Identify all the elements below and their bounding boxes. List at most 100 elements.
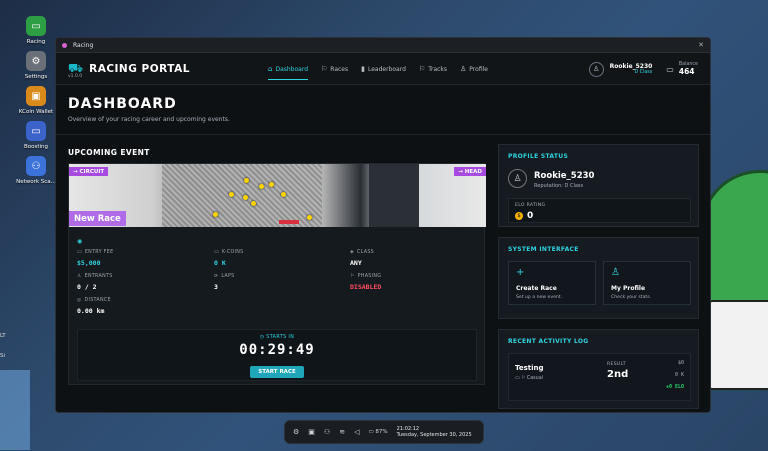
brand[interactable]: ⛟ RACING PORTAL v1.0.0 [68, 61, 190, 80]
app-header: ⛟ RACING PORTAL v1.0.0 ⌂ Dashboard ⚐ Rac… [56, 53, 710, 85]
action-title: Create Race [516, 285, 557, 292]
action-title: My Profile [611, 285, 646, 292]
speaker-icon[interactable]: ◁ [354, 428, 359, 436]
clock-date: Tuesday, September 30, 2025 [396, 432, 472, 438]
elo-label: ELO RATING [515, 203, 546, 208]
track-map[interactable]: → CIRCUIT → HEAD New Race [69, 164, 486, 227]
tab-tracks[interactable]: ⚐ Tracks [419, 53, 447, 85]
desktop-icon-kcoin-wallet[interactable]: ▣ KCoin Wallet [18, 86, 54, 115]
action-subtitle: Set up a new event. [516, 295, 563, 300]
map-pin-icon [307, 215, 312, 220]
stat-value: 0 K [214, 259, 226, 267]
desktop-icon-label: Settings [24, 74, 48, 80]
profile-reputation: Reputation: D Class [534, 183, 584, 189]
racing-window: Racing ✕ ⛟ RACING PORTAL v1.0.0 ⌂ Dashbo… [55, 37, 711, 413]
wifi-off-icon[interactable]: ≋ [339, 428, 345, 436]
map-pin-icon [244, 178, 249, 183]
wallet-icon: ▭ [666, 64, 674, 74]
stat-distance: ◎ DISTANCE 0.00 km [77, 298, 111, 315]
map-pin-icon [243, 195, 248, 200]
stat-k-coins: ▭ K-COINS 0 K [214, 250, 244, 267]
window-title: Racing [73, 41, 94, 49]
balance: Balance 464 [679, 62, 698, 76]
tab-label: Profile [469, 65, 488, 73]
stat-label: CLASS [357, 250, 375, 255]
gear-icon[interactable]: ⚙ [293, 428, 299, 436]
result-place: 2nd [607, 369, 629, 380]
race-type-badge: → CIRCUIT [69, 167, 109, 176]
start-race-button[interactable]: START RACE [250, 366, 304, 378]
race-mode-badge: → HEAD [454, 167, 486, 176]
map-pin-icon [229, 192, 234, 197]
desktop-icon-racing[interactable]: ▭ Racing [18, 16, 54, 45]
create-race-button[interactable]: + Create Race Set up a new event. [508, 261, 596, 305]
profile-status-panel: PROFILE STATUS ♙ Rookie_5230 Reputation:… [498, 144, 699, 227]
panel-title: RECENT ACTIVITY LOG [508, 338, 589, 345]
tab-races[interactable]: ⚐ Races [321, 53, 348, 85]
activity-row[interactable]: Testing ▭ ⚐ Casual RESULT 2nd $0 0 K +0 … [508, 353, 691, 401]
race-name: New Race [69, 211, 126, 226]
page-subtitle: Overview of your racing career and upcom… [68, 116, 230, 123]
countdown-timer: 00:29:49 [239, 342, 315, 358]
tab-label: Races [330, 65, 349, 73]
bar-chart-icon: ▮ [361, 65, 365, 73]
desktop-icon-label: Boosting [23, 144, 49, 150]
action-subtitle: Check your stats. [611, 295, 652, 300]
flag-icon: ⚐ [350, 274, 355, 279]
page-title: DASHBOARD [68, 96, 177, 112]
my-profile-button[interactable]: ♙ My Profile Check your stats. [603, 261, 691, 305]
wallet-icon[interactable]: ▣ [308, 428, 315, 436]
elo-rating-box: ELO RATING $ 0 [508, 198, 691, 223]
track-segment [279, 220, 299, 224]
stat-entrants: ♙ ENTRANTS 0 / 2 [77, 274, 113, 291]
stat-phasing: ⚐ PHASING DISABLED [350, 274, 381, 291]
tab-dashboard[interactable]: ⌂ Dashboard [268, 53, 309, 85]
map-pin-icon [281, 192, 286, 197]
location-pin-icon: ◉ [77, 238, 83, 245]
stat-value: ANY [350, 259, 362, 267]
stat-value: 0.00 km [77, 307, 105, 315]
stat-label: ENTRY FEE [84, 250, 114, 255]
tab-label: Leaderboard [368, 65, 406, 73]
ticket-icon: ▭ [77, 250, 82, 255]
map-pin-icon [259, 184, 264, 189]
desktop-edge-label: LT [0, 333, 6, 339]
clock[interactable]: 21:02:12 Tuesday, September 30, 2025 [397, 426, 472, 439]
laptop-icon: ▭ [26, 121, 46, 141]
stat-value: $5,000 [77, 259, 101, 267]
wallpaper-art [705, 300, 768, 390]
wallpaper-art [0, 370, 30, 450]
stat-label: K-COINS [221, 250, 244, 255]
dashboard-content: DASHBOARD Overview of your racing career… [56, 86, 710, 412]
close-icon[interactable]: ✕ [698, 41, 704, 49]
balance-value: 464 [678, 67, 695, 76]
brand-name: RACING PORTAL [89, 62, 190, 75]
starts-in-label: STARTS IN [266, 335, 295, 340]
route-icon: ◎ [77, 298, 82, 303]
user-info: Rookie_5230 D Class [610, 63, 653, 75]
profile-name: Rookie_5230 [534, 171, 595, 181]
desktop-edge-label: Si [0, 353, 6, 359]
desktop-icon-boosting[interactable]: ▭ Boosting [18, 121, 54, 150]
plus-icon: + [516, 267, 525, 278]
taskbar: ⚙ ▣ ⚇ ≋ ◁ ▭ 87% 21:02:12 Tuesday, Septem… [284, 420, 484, 444]
stat-label: ENTRANTS [84, 274, 113, 279]
tab-leaderboard[interactable]: ▮ Leaderboard [361, 53, 406, 85]
panel-title: PROFILE STATUS [508, 153, 569, 160]
window-titlebar[interactable]: Racing ✕ [56, 38, 710, 53]
desktop-icon-network-scanner[interactable]: ⚇ Network Sca... [16, 156, 56, 185]
result-money: $0 [677, 360, 684, 366]
desktop-icon-settings[interactable]: ⚙ Settings [18, 51, 54, 80]
stat-label: LAPS [221, 274, 235, 279]
stat-label: DISTANCE [84, 298, 111, 303]
coin-icon: $ [515, 212, 523, 220]
tab-profile[interactable]: ♙ Profile [460, 53, 488, 85]
network-icon[interactable]: ⚇ [324, 428, 330, 436]
map-pin-icon [213, 212, 218, 217]
main-nav: ⌂ Dashboard ⚐ Races ▮ Leaderboard ⚐ Trac… [268, 53, 501, 85]
user-summary[interactable]: ♙ Rookie_5230 D Class ▭ Balance 464 [588, 53, 698, 85]
stat-value: DISABLED [350, 283, 382, 291]
network-icon: ⚇ [26, 156, 46, 176]
activity-race-type: Casual [526, 376, 543, 381]
tab-label: Tracks [428, 65, 448, 73]
